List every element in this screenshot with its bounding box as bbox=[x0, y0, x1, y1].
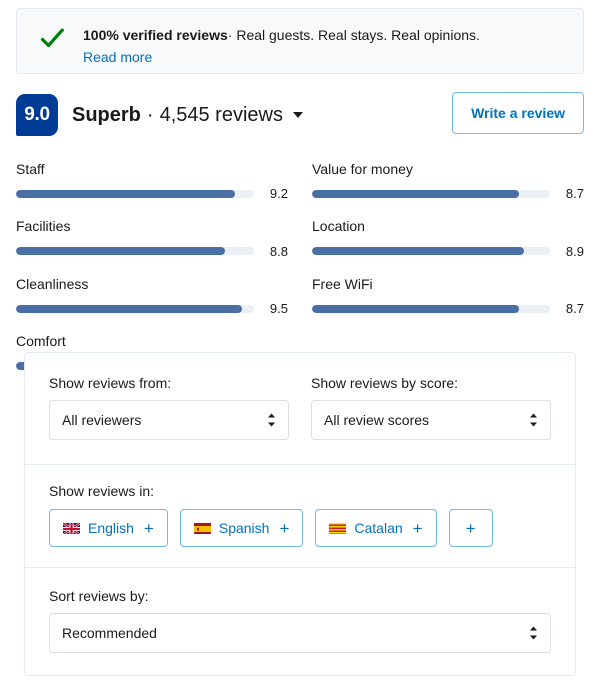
reviews-panel: 100% verified reviews· Real guests. Real… bbox=[0, 0, 600, 684]
subscore-item: Location 8.9 bbox=[312, 219, 584, 258]
subscore-bar-track bbox=[312, 247, 550, 255]
verified-banner-text: 100% verified reviews· Real guests. Real… bbox=[83, 25, 480, 69]
subscore-label: Free WiFi bbox=[312, 277, 584, 292]
subscore-bar-track bbox=[312, 305, 550, 313]
verified-tagline: Real guests. Real stays. Real opinions. bbox=[236, 27, 480, 43]
chevron-updown-icon bbox=[266, 412, 277, 428]
show-reviews-from-value: All reviewers bbox=[62, 412, 141, 428]
review-filters-panel: Show reviews from: All reviewers Show re… bbox=[24, 352, 576, 676]
sort-section: Sort reviews by: Recommended bbox=[25, 568, 575, 677]
plus-icon: + bbox=[413, 520, 423, 537]
plus-icon: + bbox=[279, 520, 289, 537]
language-chip-label: Catalan bbox=[354, 520, 402, 536]
subscore-bar-fill bbox=[312, 305, 519, 313]
subscore-bar-track bbox=[16, 247, 254, 255]
subscore-bar-fill bbox=[16, 305, 242, 313]
subscore-bar-fill bbox=[312, 247, 524, 255]
language-chip-english[interactable]: English + bbox=[49, 509, 168, 547]
uk-flag-icon bbox=[63, 522, 80, 534]
filter-scores-label: Show reviews by score: bbox=[311, 375, 551, 391]
subscore-bar-track bbox=[16, 190, 254, 198]
score-separator: · bbox=[147, 104, 154, 127]
subscore-value: 8.9 bbox=[550, 244, 584, 259]
spain-flag-icon bbox=[194, 522, 211, 534]
subscore-label: Comfort bbox=[16, 334, 288, 349]
language-chip-row: English + Spanish + Catalan + + bbox=[49, 509, 551, 547]
review-count-label: 4,545 reviews bbox=[160, 104, 283, 127]
green-check-icon bbox=[39, 26, 65, 52]
verified-reviews-banner: 100% verified reviews· Real guests. Real… bbox=[16, 8, 584, 74]
write-a-review-button[interactable]: Write a review bbox=[452, 92, 584, 134]
filter-languages-section: Show reviews in: English+Spanish+Catalan… bbox=[25, 465, 575, 567]
filter-reviewers-label: Show reviews from: bbox=[49, 375, 289, 391]
filter-selects-section: Show reviews from: All reviewers Show re… bbox=[25, 353, 575, 464]
language-chip-label: Spanish bbox=[219, 520, 270, 536]
language-chip-label: English bbox=[88, 520, 134, 536]
subscore-item: Staff 9.2 bbox=[16, 162, 288, 201]
language-chip-spanish[interactable]: Spanish + bbox=[180, 509, 304, 547]
subscore-label: Location bbox=[312, 219, 584, 234]
show-reviews-from-select[interactable]: All reviewers bbox=[49, 400, 289, 440]
plus-icon: + bbox=[144, 520, 154, 537]
subscore-label: Value for money bbox=[312, 162, 584, 177]
verified-headline-line: 100% verified reviews· Real guests. Real… bbox=[83, 25, 480, 45]
chevron-updown-icon bbox=[528, 625, 539, 641]
sort-reviews-by-select[interactable]: Recommended bbox=[49, 613, 551, 653]
caret-down-icon[interactable] bbox=[293, 112, 303, 118]
plus-icon: + bbox=[466, 520, 476, 537]
score-summary[interactable]: Superb · 4,545 reviews bbox=[72, 104, 303, 127]
show-reviews-by-score-value: All review scores bbox=[324, 412, 429, 428]
subscore-value: 8.7 bbox=[550, 186, 584, 201]
score-badge: 9.0 bbox=[16, 94, 58, 136]
show-reviews-by-score-select[interactable]: All review scores bbox=[311, 400, 551, 440]
sort-reviews-by-value: Recommended bbox=[62, 625, 157, 641]
subscore-item: Free WiFi 8.7 bbox=[312, 277, 584, 316]
more-languages-button[interactable]: + bbox=[449, 509, 493, 547]
subscore-item: Facilities 8.8 bbox=[16, 219, 288, 258]
subscore-item: Value for money 8.7 bbox=[312, 162, 584, 201]
subscore-label: Facilities bbox=[16, 219, 288, 234]
score-word: Superb bbox=[72, 104, 141, 127]
read-more-link[interactable]: Read more bbox=[83, 47, 152, 67]
subscore-label: Staff bbox=[16, 162, 288, 177]
subscore-bar-track bbox=[16, 305, 254, 313]
subscore-bar-fill bbox=[312, 190, 519, 198]
subscore-value: 8.8 bbox=[254, 244, 288, 259]
catalan-flag-icon bbox=[329, 522, 346, 534]
filter-languages-label: Show reviews in: bbox=[49, 483, 551, 499]
sort-label: Sort reviews by: bbox=[49, 588, 551, 604]
subscore-item: Cleanliness 9.5 bbox=[16, 277, 288, 316]
score-header: 9.0 Superb · 4,545 reviews Write a revie… bbox=[16, 92, 584, 138]
language-chip-catalan[interactable]: Catalan + bbox=[315, 509, 436, 547]
subscore-bar-fill bbox=[16, 190, 235, 198]
verified-separator: · bbox=[228, 27, 233, 43]
subscore-bar-fill bbox=[16, 247, 225, 255]
subscore-value: 9.5 bbox=[254, 301, 288, 316]
chevron-updown-icon bbox=[528, 412, 539, 428]
filter-scores-group: Show reviews by score: All review scores bbox=[311, 375, 551, 440]
subscore-label: Cleanliness bbox=[16, 277, 288, 292]
subscore-value: 8.7 bbox=[550, 301, 584, 316]
subscore-value: 9.2 bbox=[254, 186, 288, 201]
verified-headline: 100% verified reviews bbox=[83, 27, 228, 43]
filter-reviewers-group: Show reviews from: All reviewers bbox=[49, 375, 289, 440]
subscore-bar-track bbox=[312, 190, 550, 198]
